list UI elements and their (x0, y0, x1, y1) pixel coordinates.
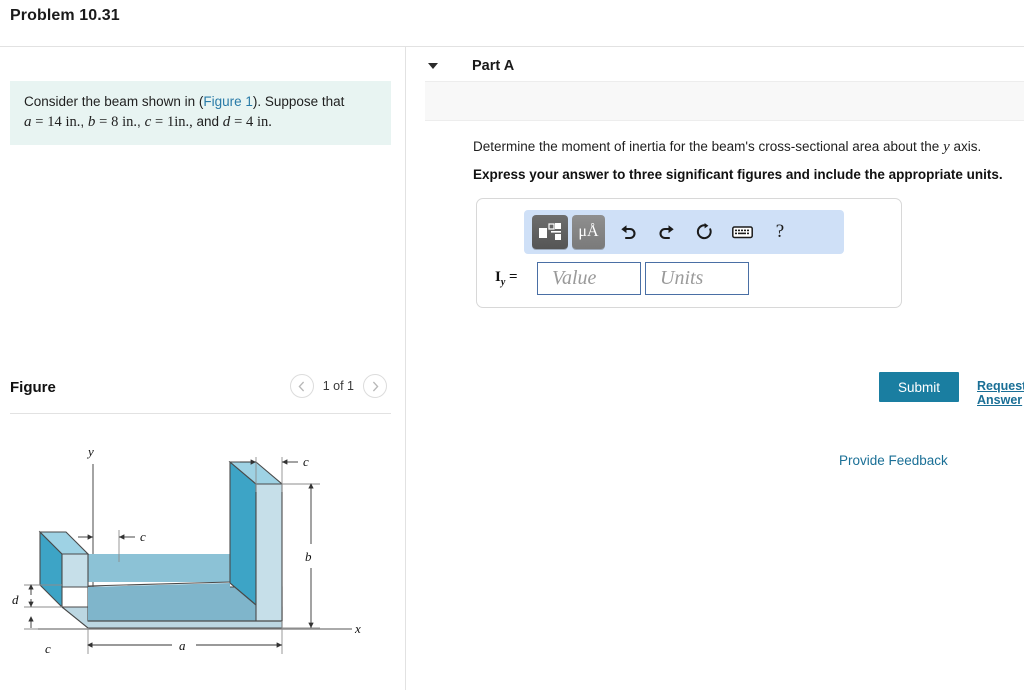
figure-next-button[interactable] (363, 374, 387, 398)
redo-glyph (658, 224, 674, 239)
figure-counter: 1 of 1 (322, 379, 354, 393)
math-template-glyph (539, 223, 561, 240)
chevron-right-icon (372, 381, 378, 391)
answer-subscript: y (500, 277, 506, 288)
keyboard-glyph (731, 226, 753, 239)
units-input[interactable] (645, 262, 749, 295)
undo-glyph (620, 224, 636, 239)
undo-icon[interactable] (613, 215, 643, 249)
answer-equals: = (509, 269, 518, 285)
axis-y-label: y (86, 444, 94, 459)
dim-c-topright-label: c (303, 454, 309, 469)
given-b-eq: = (99, 114, 108, 130)
submit-button[interactable]: Submit (879, 372, 959, 402)
given-c-symbol: c (144, 114, 152, 130)
question-text: Determine the moment of inertia for the … (473, 139, 982, 155)
problem-text-intro: Consider the beam shown in ( (24, 94, 204, 109)
given-a-value: 14 (47, 114, 62, 130)
channel-beam-svg: y x c b c d c a (12, 444, 361, 656)
units-mu-angstrom-label: μÅ (578, 223, 599, 240)
given-d-value: 4 (246, 114, 254, 130)
beam-web-front-overlay (88, 583, 230, 621)
given-d-symbol: d (222, 114, 231, 130)
given-c-eq: = (155, 114, 164, 130)
answer-symbol-label: Iy = (495, 269, 518, 288)
given-b-value: 8 (111, 114, 119, 130)
conjunction: and (196, 114, 220, 129)
figure-navigation: 1 of 1 (289, 374, 387, 398)
question-axis-symbol: y (943, 139, 950, 155)
figure-1-link[interactable]: Figure 1 (203, 94, 253, 109)
math-toolbar: μÅ ? (524, 210, 844, 254)
problem-text-outro: ). Suppose that (252, 94, 345, 109)
problem-statement: Consider the beam shown in (Figure 1). S… (10, 81, 391, 145)
question-instruction: Express your answer to three significant… (473, 167, 1003, 182)
value-input[interactable] (537, 262, 641, 295)
redo-icon[interactable] (651, 215, 681, 249)
given-a-symbol: a (24, 114, 32, 130)
units-mu-angstrom-icon[interactable]: μÅ (572, 215, 605, 249)
request-answer-link[interactable]: Request Answer (977, 379, 1024, 407)
provide-feedback-link[interactable]: Provide Feedback (839, 453, 948, 468)
given-c-unit: in., (174, 114, 193, 130)
given-d-eq: = (234, 114, 243, 130)
given-b-unit: in. (122, 114, 138, 130)
part-a-header[interactable] (425, 81, 1024, 121)
triangle-down-icon[interactable] (428, 63, 438, 69)
right-column: Part A Determine the moment of inertia f… (406, 47, 1024, 690)
beam-right-flange-outer-face (255, 483, 283, 622)
page-title: Problem 10.31 (10, 7, 120, 24)
dim-b-label: b (305, 549, 312, 564)
figure-label: Figure (10, 379, 56, 396)
dim-d-label: d (12, 592, 19, 607)
dim-c-topleft-label: c (140, 529, 146, 544)
given-b-symbol: b (87, 114, 96, 130)
reset-icon[interactable] (689, 215, 719, 249)
keyboard-icon[interactable] (727, 215, 757, 249)
chevron-left-icon (298, 381, 305, 391)
dim-c-bottom-label: c (45, 641, 51, 656)
figure-prev-button[interactable] (289, 374, 314, 398)
given-a-eq: = (35, 114, 44, 130)
help-icon[interactable]: ? (765, 215, 795, 249)
given-a-unit: in. (65, 114, 81, 130)
left-column: Consider the beam shown in (Figure 1). S… (0, 47, 405, 690)
given-d-unit: in. (257, 114, 272, 130)
dim-a-label: a (179, 638, 186, 653)
page-header: Problem 10.31 (0, 0, 1024, 47)
answer-entry-box: μÅ ? Iy = Value Units (476, 198, 902, 308)
beam-right-flange-front-face (229, 460, 257, 607)
beam-left-flange-inner-face (61, 553, 89, 588)
figure-diagram: y x c b c d c a (0, 432, 405, 690)
axis-x-label: x (354, 621, 361, 636)
math-template-icon[interactable] (532, 215, 568, 249)
reset-glyph (696, 222, 712, 239)
figure-header: Figure 1 of 1 (10, 372, 391, 414)
part-a-title: Part A (472, 58, 515, 74)
